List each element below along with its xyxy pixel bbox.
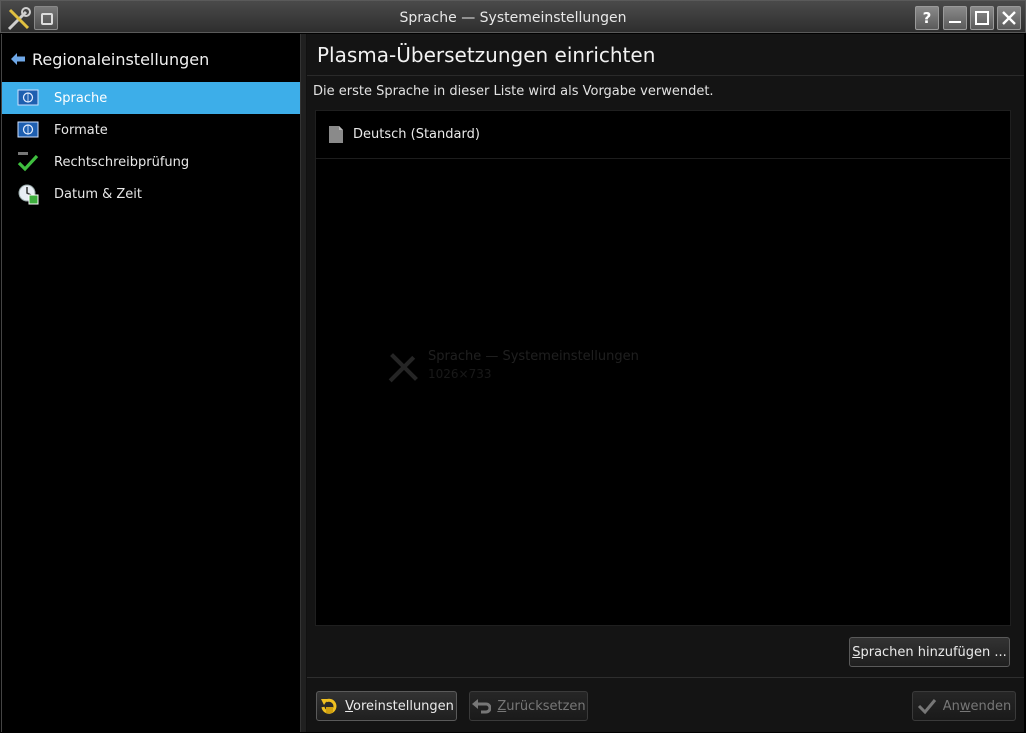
clock-icon — [18, 184, 39, 205]
title-divider — [307, 75, 1024, 76]
sidebar-splitter[interactable] — [300, 34, 307, 732]
flag-icon — [17, 121, 39, 138]
list-item[interactable]: Deutsch (Standard) — [316, 111, 1010, 159]
sidebar-item-datum-zeit[interactable]: Datum & Zeit — [2, 178, 301, 210]
spellcheck-icon — [17, 152, 39, 172]
main-panel: Plasma-Übersetzungen einrichten Die erst… — [307, 34, 1024, 732]
apply-button[interactable]: Anwenden — [912, 691, 1016, 721]
add-languages-button[interactable]: Sprachen hinzufügen ... — [849, 637, 1010, 667]
defaults-button[interactable]: Voreinstellungen — [316, 691, 457, 721]
sidebar-item-sprache[interactable]: Sprache — [2, 82, 301, 114]
sidebar-item-label: Formate — [54, 122, 108, 138]
flag-icon — [17, 89, 39, 106]
add-languages-label: Sprachen hinzufügen ... — [852, 645, 1007, 660]
sidebar-item-label: Datum & Zeit — [54, 186, 142, 202]
label-pre: An — [942, 698, 960, 714]
back-button[interactable]: Regionaleinstellungen — [10, 48, 209, 70]
sidebar-item-rechtschreibpruefung[interactable]: Rechtschreibprüfung — [2, 146, 301, 178]
language-list[interactable]: Deutsch (Standard) Sprache — Systemeinst… — [315, 110, 1011, 626]
help-button[interactable]: ? — [915, 6, 939, 30]
window-titlebar[interactable]: Sprache — Systemeinstellungen ? — [0, 0, 1026, 33]
restore-defaults-icon — [321, 698, 337, 714]
close-button[interactable] — [997, 6, 1021, 30]
sidebar-item-formate[interactable]: Formate — [2, 114, 301, 146]
document-icon — [329, 126, 343, 143]
defaults-label: Voreinstellungen — [345, 699, 454, 714]
page-title: Plasma-Übersetzungen einrichten — [317, 43, 656, 67]
label-rest: enden — [970, 698, 1012, 714]
maximize-button[interactable] — [970, 6, 994, 30]
close-icon — [1002, 11, 1016, 25]
label-rest: oreinstellungen — [352, 698, 454, 714]
sidebar: Regionaleinstellungen Sprache Formate Re… — [1, 34, 301, 732]
checkmark-icon — [917, 699, 936, 715]
label-rest: urücksetzen — [506, 698, 586, 714]
ghost-title: Sprache — Systemeinstellungen — [428, 349, 639, 364]
page-description: Die erste Sprache in dieser Liste wird a… — [313, 84, 714, 99]
ghost-subtitle: 1026×733 — [428, 367, 492, 381]
sidebar-item-label: Sprache — [54, 90, 108, 106]
tools-icon — [388, 353, 418, 383]
sidebar-item-label: Rechtschreibprüfung — [54, 154, 190, 170]
minimize-icon — [949, 21, 961, 23]
reset-button[interactable]: Zurücksetzen — [469, 691, 588, 721]
language-label: Deutsch (Standard) — [353, 127, 480, 142]
minimize-button[interactable] — [943, 6, 967, 30]
mnemonic: V — [345, 698, 353, 714]
maximize-icon — [975, 11, 989, 25]
mnemonic: Z — [497, 698, 507, 714]
back-label: Regionaleinstellungen — [32, 49, 210, 69]
mnemonic: w — [959, 698, 971, 714]
drag-ghost: Sprache — Systemeinstellungen 1026×733 — [386, 345, 666, 389]
back-arrow-icon — [11, 53, 25, 65]
footer-divider — [307, 677, 1024, 678]
apply-label: Anwenden — [943, 699, 1012, 714]
reset-label: Zurücksetzen — [497, 699, 585, 714]
label-rest: prachen hinzufügen ... — [860, 644, 1007, 660]
undo-icon — [472, 699, 492, 714]
window-title: Sprache — Systemeinstellungen — [399, 10, 627, 26]
